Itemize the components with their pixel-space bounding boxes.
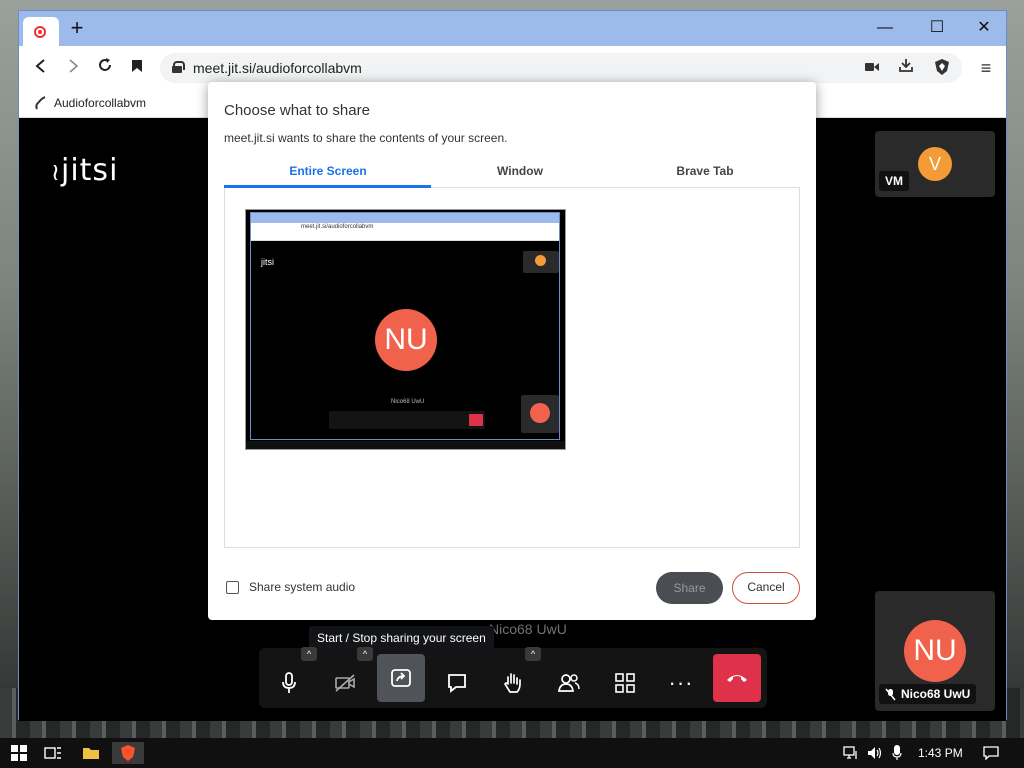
hang-up-button[interactable] — [713, 654, 761, 702]
phone-hangup-icon — [727, 675, 747, 682]
brave-shield-icon[interactable] — [932, 58, 952, 78]
mic-options-caret[interactable]: ^ — [301, 647, 317, 661]
lock-icon — [172, 61, 185, 73]
raise-hand-button[interactable] — [489, 659, 537, 707]
jitsi-mark-icon: ≀ — [51, 158, 61, 186]
preview-vm-tile — [523, 251, 559, 273]
muted-mic-icon — [885, 688, 896, 700]
preview-logo: jitsi — [261, 257, 274, 267]
address-bar[interactable]: meet.jit.si/audioforcollabvm — [160, 53, 962, 83]
tab-bar: + — ☐ ✕ — [19, 11, 1006, 46]
cancel-button[interactable]: Cancel — [732, 572, 800, 604]
preview-self-avatar — [530, 403, 550, 423]
tab-window[interactable]: Window — [424, 164, 616, 178]
task-view-icon — [44, 747, 61, 759]
participants-icon — [558, 674, 580, 692]
taskbar: 1:43 PM — [0, 738, 1024, 768]
mic-button[interactable] — [265, 659, 313, 707]
grid-icon — [615, 673, 635, 693]
preview-window: meet.jit.si/audioforcollabvm jitsi NU Ni… — [250, 212, 560, 440]
chat-button[interactable] — [433, 659, 481, 707]
download-icon[interactable] — [896, 58, 916, 78]
bookmark-label: Audioforcollabvm — [54, 96, 147, 110]
forward-icon[interactable] — [61, 56, 85, 80]
reload-icon[interactable] — [93, 56, 117, 80]
background-caption: Nico68 UwU — [489, 621, 567, 637]
jitsi-logo: ≀jitsi — [51, 153, 119, 188]
participants-button[interactable] — [545, 659, 593, 707]
taskbar-microphone-icon[interactable] — [886, 742, 908, 764]
preview-self-tile — [521, 395, 559, 433]
preview-hangup — [469, 414, 483, 426]
share-source-panel: meet.jit.si/audioforcollabvm jitsi NU Ni… — [224, 188, 800, 548]
network-icon[interactable] — [840, 742, 862, 764]
preview-url: meet.jit.si/audioforcollabvm — [301, 224, 374, 230]
preview-caption: Nico68 UwU — [391, 399, 425, 405]
browser-tab[interactable] — [23, 17, 59, 46]
close-button[interactable]: ✕ — [969, 16, 999, 40]
bookmark-audioforcollabvm[interactable]: Audioforcollabvm — [34, 96, 146, 110]
windows-logo-icon — [11, 745, 27, 761]
more-options-button[interactable]: ··· — [657, 659, 705, 707]
recording-icon — [34, 26, 46, 38]
file-explorer-button[interactable] — [80, 742, 102, 764]
folder-icon — [83, 748, 99, 759]
share-dialog: Choose what to share meet.jit.si wants t… — [208, 82, 816, 620]
preview-toolbar-bar — [329, 411, 485, 429]
camera-button[interactable] — [321, 659, 369, 707]
name-tag-self: Nico68 UwU — [879, 684, 977, 704]
menu-icon[interactable]: ≡ — [976, 56, 996, 80]
back-icon[interactable] — [29, 56, 53, 80]
start-button[interactable] — [8, 742, 30, 764]
share-screen-icon — [391, 669, 411, 687]
participant-tile-self[interactable]: NU Nico68 UwU — [875, 591, 995, 711]
dialog-subtitle: meet.jit.si wants to share the contents … — [224, 131, 508, 145]
avatar-self: NU — [904, 620, 966, 682]
preview-toolbar: meet.jit.si/audioforcollabvm — [251, 223, 559, 233]
camera-icon[interactable] — [862, 58, 882, 78]
notifications-icon[interactable] — [980, 742, 1002, 764]
task-view-button[interactable] — [42, 742, 64, 764]
preview-bookmarks — [251, 233, 559, 241]
minimize-button[interactable]: — — [870, 16, 900, 40]
share-tabs: Entire Screen Window Brave Tab — [224, 160, 800, 188]
preview-vm-avatar — [535, 255, 546, 266]
meeting-toolbar: ^ ^ ^ ··· — [259, 647, 767, 708]
volume-icon[interactable] — [864, 742, 886, 764]
tile-view-button[interactable] — [601, 659, 649, 707]
screen-preview[interactable]: meet.jit.si/audioforcollabvm jitsi NU Ni… — [245, 209, 566, 450]
jitsi-favicon-icon — [35, 96, 46, 110]
tab-entire-screen[interactable]: Entire Screen — [232, 164, 424, 178]
maximize-button[interactable]: ☐ — [922, 16, 952, 40]
brave-logo-icon — [121, 745, 135, 761]
participant-tile-vm[interactable]: V VM — [875, 131, 995, 197]
name-tag-vm: VM — [879, 171, 909, 191]
clock[interactable]: 1:43 PM — [918, 746, 963, 760]
share-audio-row[interactable]: Share system audio — [226, 580, 355, 594]
share-button[interactable]: Share — [656, 572, 723, 604]
chat-icon — [448, 674, 466, 693]
dialog-title: Choose what to share — [224, 102, 370, 119]
new-tab-button[interactable]: + — [65, 17, 89, 41]
preview-taskbar — [246, 441, 565, 449]
ellipsis-icon: ··· — [668, 670, 694, 695]
brave-taskbar-button[interactable] — [112, 742, 144, 764]
preview-avatar: NU — [375, 309, 437, 371]
avatar-vm: V — [918, 147, 952, 181]
hand-icon — [504, 673, 521, 693]
reactions-caret[interactable]: ^ — [525, 647, 541, 661]
bookmark-icon[interactable] — [125, 56, 149, 80]
tab-brave-tab[interactable]: Brave Tab — [609, 164, 801, 178]
camera-options-caret[interactable]: ^ — [357, 647, 373, 661]
share-audio-label: Share system audio — [249, 580, 356, 594]
share-audio-checkbox[interactable] — [226, 580, 239, 594]
share-tooltip: Start / Stop sharing your screen — [309, 626, 494, 650]
camera-off-icon — [335, 674, 355, 692]
preview-tabbar — [251, 213, 559, 223]
share-screen-button[interactable] — [377, 654, 425, 702]
url-text: meet.jit.si/audioforcollabvm — [193, 60, 362, 76]
microphone-icon — [282, 672, 296, 693]
